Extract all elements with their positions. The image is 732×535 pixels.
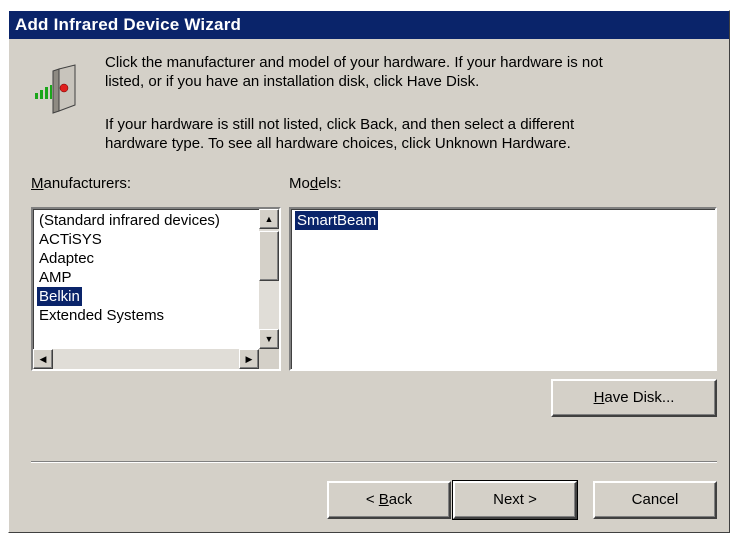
models-label: Models: (289, 175, 342, 192)
manufacturers-vertical-scrollbar[interactable]: ▲ ▼ (259, 209, 279, 349)
title-bar[interactable]: Add Infrared Device Wizard (9, 11, 729, 39)
manufacturer-item[interactable]: AMP (37, 268, 74, 287)
separator-line (31, 461, 717, 463)
scroll-up-icon[interactable]: ▲ (259, 209, 279, 229)
manufacturers-label: Manufacturers: (31, 175, 132, 192)
scrollbar-corner (259, 349, 279, 369)
vertical-scroll-thumb[interactable] (259, 231, 279, 281)
next-button[interactable]: Next > (452, 480, 578, 520)
instruction-line-3: If your hardware is still not listed, cl… (105, 116, 575, 133)
models-list[interactable]: SmartBeam (289, 207, 717, 371)
manufacturers-list[interactable]: (Standard infrared devices) ACTiSYS Adap… (31, 207, 281, 371)
manufacturer-item[interactable]: (Standard infrared devices) (37, 211, 222, 230)
have-disk-button[interactable]: Have Disk... (551, 379, 717, 417)
manufacturer-item[interactable]: Extended Systems (37, 306, 166, 325)
scroll-left-icon[interactable]: ◀ (33, 349, 53, 369)
instruction-line-1: Click the manufacturer and model of your… (105, 54, 603, 71)
scroll-down-icon[interactable]: ▼ (259, 329, 279, 349)
cancel-button[interactable]: Cancel (593, 481, 717, 519)
manufacturer-item[interactable]: ACTiSYS (37, 230, 104, 249)
scroll-right-icon[interactable]: ▶ (239, 349, 259, 369)
instruction-line-4: hardware type. To see all hardware choic… (105, 135, 571, 152)
manufacturer-item-selected[interactable]: Belkin (37, 287, 82, 306)
wizard-window: Add Infrared Device Wizard Click the man… (8, 10, 730, 533)
infrared-device-icon (31, 61, 87, 117)
model-item-selected[interactable]: SmartBeam (295, 211, 379, 230)
instruction-line-2: listed, or if you have an installation d… (105, 73, 480, 90)
manufacturers-horizontal-scrollbar[interactable]: ◀ ▶ (33, 349, 259, 369)
back-button[interactable]: < Back (327, 481, 451, 519)
manufacturer-item[interactable]: Adaptec (37, 249, 96, 268)
